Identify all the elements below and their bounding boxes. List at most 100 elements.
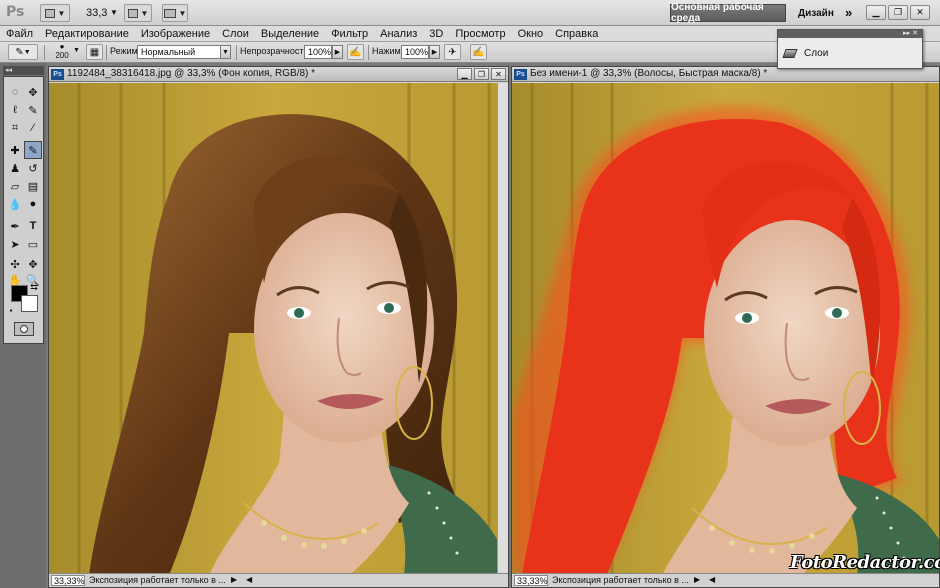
opacity-label: Непрозрачность:	[240, 46, 311, 56]
watermark-logo: FotoRedactor.com	[790, 552, 940, 573]
restore-icon[interactable]: ❐	[474, 68, 489, 80]
chevron-down-icon[interactable]: ▼	[220, 45, 231, 59]
flow-field[interactable]: 100%	[401, 45, 429, 59]
background-color-swatch[interactable]	[21, 295, 38, 312]
status-menu-icon[interactable]: ▶	[231, 575, 237, 584]
status-message: Экспозиция работает только в ...	[552, 575, 689, 585]
clone-stamp-tool-icon[interactable]: ♟	[6, 159, 24, 177]
quick-selection-tool-icon[interactable]: ✎	[24, 101, 42, 119]
eyedropper-tool-icon[interactable]: ⁄	[24, 119, 42, 137]
photoshop-logo: Ps	[6, 4, 25, 20]
chevron-right-icon[interactable]: ▶	[429, 45, 440, 59]
launch-bridge-button[interactable]: ▼	[40, 4, 70, 22]
chevron-down-icon[interactable]: ▼	[73, 47, 80, 54]
layers-label: Слои	[804, 48, 829, 59]
zoom-field[interactable]: 33,33%	[51, 575, 85, 586]
close-icon[interactable]: ✕	[491, 68, 506, 80]
swap-colors-icon[interactable]: ⇆	[28, 281, 40, 293]
history-brush-tool-icon[interactable]: ↺	[24, 159, 42, 177]
panel-header[interactable]: ▸▸ ✕	[778, 30, 922, 38]
more-workspaces-icon[interactable]: »	[845, 5, 852, 20]
workspace-essentials-button[interactable]: Основная рабочая среда	[670, 2, 786, 24]
pressure-size-icon[interactable]: ✍	[470, 44, 487, 60]
quick-mask-button[interactable]	[14, 322, 34, 336]
brush-panel-toggle-icon[interactable]: ▦	[86, 44, 103, 60]
flow-label: Нажим:	[372, 46, 404, 56]
menu-window[interactable]: Окно	[518, 28, 544, 40]
workspace-design-button[interactable]: Дизайн	[798, 8, 834, 19]
tools-panel-header[interactable]: ◂◂	[3, 66, 44, 75]
spot-healing-tool-icon[interactable]: ✚	[6, 141, 24, 159]
pressure-opacity-icon[interactable]: ✍	[347, 44, 364, 60]
blur-tool-icon[interactable]: 💧	[6, 195, 24, 213]
zoom-level[interactable]: 33,3	[86, 7, 107, 19]
brush-tool-icon[interactable]: ✎	[24, 141, 42, 159]
opacity-field[interactable]: 100%	[304, 45, 332, 59]
menu-3d[interactable]: 3D	[429, 28, 443, 40]
chevron-down-icon: ▼	[178, 8, 187, 18]
move-tool-icon[interactable]: ✥	[24, 83, 42, 101]
chevron-down-icon: ▼	[23, 48, 31, 56]
grid-icon	[127, 8, 138, 18]
scroll-left-icon[interactable]: ◀	[246, 575, 252, 584]
view-extras-button[interactable]: ▼	[124, 4, 152, 22]
layers-icon	[782, 49, 798, 58]
portrait-photo	[49, 83, 497, 573]
vertical-scrollbar[interactable]	[497, 83, 508, 573]
lasso-tool-icon[interactable]: ℓ	[6, 101, 24, 119]
close-icon[interactable]: ✕	[910, 5, 930, 20]
layers-panel: ▸▸ ✕ Слои	[777, 29, 923, 69]
application-bar: Ps ▼ 33,3 ▼ ▼ ▼ Основная рабочая среда Д…	[0, 0, 940, 26]
default-colors-icon[interactable]: ▪	[6, 305, 16, 315]
layers-panel-tab[interactable]: Слои	[782, 48, 829, 59]
status-bar: 33,33% Экспозиция работает только в ... …	[512, 573, 939, 587]
menu-layers[interactable]: Слои	[222, 28, 249, 40]
status-menu-icon[interactable]: ▶	[694, 575, 700, 584]
menu-analysis[interactable]: Анализ	[380, 28, 417, 40]
mode-label: Режим:	[110, 46, 141, 56]
portrait-photo-quick-mask	[512, 83, 939, 573]
brush-preset-picker[interactable]: ● 200	[52, 42, 72, 61]
tool-preset-picker[interactable]: ✎ ▼	[8, 44, 38, 60]
menu-edit[interactable]: Редактирование	[45, 28, 129, 40]
airbrush-icon[interactable]: ✈	[444, 44, 461, 60]
divider	[44, 45, 45, 60]
photoshop-doc-icon: Ps	[51, 69, 64, 80]
zoom-dropdown-icon[interactable]: ▼	[110, 8, 118, 17]
type-tool-icon[interactable]: T	[24, 217, 42, 235]
scroll-left-icon[interactable]: ◀	[709, 575, 715, 584]
screen-mode-icon	[163, 8, 176, 18]
menu-select[interactable]: Выделение	[261, 28, 319, 40]
menu-view[interactable]: Просмотр	[455, 28, 505, 40]
dodge-tool-icon[interactable]: ●	[24, 195, 42, 213]
menu-help[interactable]: Справка	[555, 28, 598, 40]
brush-tip-icon: ●	[59, 42, 65, 51]
document-tab-title[interactable]: 1192484_38316418.jpg @ 33,3% (Фон копия,…	[49, 67, 508, 82]
shape-tool-icon[interactable]: ▭	[24, 235, 42, 253]
panel-collapse-icon[interactable]: ▸▸ ✕	[903, 29, 918, 37]
pen-tool-icon[interactable]: ✒	[6, 217, 24, 235]
minimize-icon[interactable]: ▁	[457, 68, 472, 80]
chevron-right-icon[interactable]: ▶	[332, 45, 343, 59]
menu-filter[interactable]: Фильтр	[331, 28, 368, 40]
screen-mode-button[interactable]: ▼	[162, 4, 188, 22]
divider	[106, 45, 107, 60]
crop-tool-icon[interactable]: ⌗	[6, 119, 24, 137]
chevron-down-icon: ▼	[140, 8, 149, 18]
marquee-tool-icon[interactable]: ◌	[6, 83, 24, 101]
restore-icon[interactable]: ❐	[888, 5, 908, 20]
path-selection-tool-icon[interactable]: ➤	[6, 235, 24, 253]
status-bar: 33,33% Экспозиция работает только в ... …	[49, 573, 508, 587]
eraser-tool-icon[interactable]: ▱	[6, 177, 24, 195]
image-canvas[interactable]	[49, 83, 497, 573]
gradient-tool-icon[interactable]: ▤	[24, 177, 42, 195]
document-tab-title[interactable]: Без имени-1 @ 33,3% (Волосы, Быстрая мас…	[512, 67, 939, 82]
menu-file[interactable]: Файл	[6, 28, 33, 40]
quick-mask-icon	[20, 325, 28, 333]
menu-image[interactable]: Изображение	[141, 28, 210, 40]
image-canvas[interactable]	[512, 83, 939, 573]
minimize-icon[interactable]: ▁	[866, 5, 886, 20]
mode-select[interactable]: Нормальный	[137, 45, 221, 59]
divider	[236, 45, 237, 60]
zoom-field[interactable]: 33,33%	[514, 575, 548, 586]
